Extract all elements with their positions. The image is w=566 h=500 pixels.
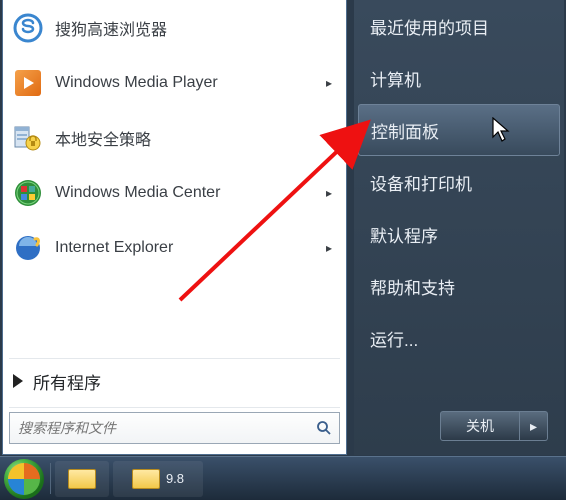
search-input[interactable] (9, 412, 340, 444)
start-orb[interactable] (4, 459, 44, 499)
all-programs-label: 所有程序 (33, 369, 101, 394)
program-label: Internet Explorer (55, 239, 316, 257)
program-label: Windows Media Player (55, 74, 316, 92)
start-menu: 搜狗高速浏览器 Windows Media Player ▸ 本地安全策略 (0, 0, 566, 500)
arrow-right-icon (13, 374, 23, 388)
program-label: Windows Media Center (55, 184, 316, 202)
program-label: 本地安全策略 (55, 126, 338, 150)
program-item-sogou[interactable]: 搜狗高速浏览器 (5, 0, 344, 55)
right-item-label: 设备和打印机 (370, 170, 472, 195)
taskbar-pinned-explorer[interactable] (55, 461, 109, 497)
right-item-label: 运行... (370, 326, 418, 351)
program-item-wmp[interactable]: Windows Media Player ▸ (5, 55, 344, 110)
program-item-secpol[interactable]: 本地安全策略 (5, 110, 344, 165)
wmc-icon (11, 176, 45, 210)
secpol-icon (11, 121, 45, 155)
right-item-default-programs[interactable]: 默认程序 (354, 208, 564, 260)
shutdown-label: 关机 (466, 416, 494, 436)
shutdown-row: 关机 ▸ (440, 411, 548, 441)
program-item-wmc[interactable]: Windows Media Center ▸ (5, 165, 344, 220)
folder-icon (68, 469, 96, 489)
right-item-devices[interactable]: 设备和打印机 (354, 156, 564, 208)
right-item-label: 控制面板 (371, 118, 439, 143)
submenu-arrow-icon: ▸ (326, 241, 338, 255)
submenu-arrow-icon: ▸ (326, 186, 338, 200)
search-icon (316, 420, 332, 436)
submenu-arrow-icon: ▸ (326, 76, 338, 90)
program-list: 搜狗高速浏览器 Windows Media Player ▸ 本地安全策略 (3, 0, 346, 354)
right-item-control-panel[interactable]: 控制面板 (358, 104, 560, 156)
shutdown-options-button[interactable]: ▸ (520, 411, 548, 441)
right-item-computer[interactable]: 计算机 (354, 52, 564, 104)
program-item-ie[interactable]: Internet Explorer ▸ (5, 220, 344, 275)
chevron-right-icon: ▸ (530, 418, 537, 435)
start-menu-right-panel: 最近使用的项目 计算机 控制面板 设备和打印机 默认程序 帮助和支持 运行...… (354, 0, 564, 455)
taskbar-running-item[interactable]: 9.8 (113, 461, 203, 497)
right-item-help[interactable]: 帮助和支持 (354, 260, 564, 312)
shutdown-button[interactable]: 关机 (440, 411, 520, 441)
right-item-run[interactable]: 运行... (354, 312, 564, 364)
start-menu-left-panel: 搜狗高速浏览器 Windows Media Player ▸ 本地安全策略 (2, 0, 347, 455)
wmp-icon (11, 66, 45, 100)
ie-icon (11, 231, 45, 265)
sogou-icon (11, 11, 45, 45)
right-item-label: 计算机 (370, 66, 421, 91)
taskbar: 9.8 (0, 456, 566, 500)
right-item-recent[interactable]: 最近使用的项目 (354, 0, 564, 52)
right-item-label: 帮助和支持 (370, 274, 455, 299)
spacer (354, 364, 564, 455)
taskbar-item-label: 9.8 (166, 471, 184, 486)
right-item-label: 默认程序 (370, 222, 438, 247)
search-row (3, 408, 346, 454)
all-programs-button[interactable]: 所有程序 (3, 359, 346, 403)
program-label: 搜狗高速浏览器 (55, 16, 338, 40)
folder-icon (132, 469, 160, 489)
right-item-label: 最近使用的项目 (370, 14, 489, 39)
taskbar-separator (50, 463, 51, 493)
